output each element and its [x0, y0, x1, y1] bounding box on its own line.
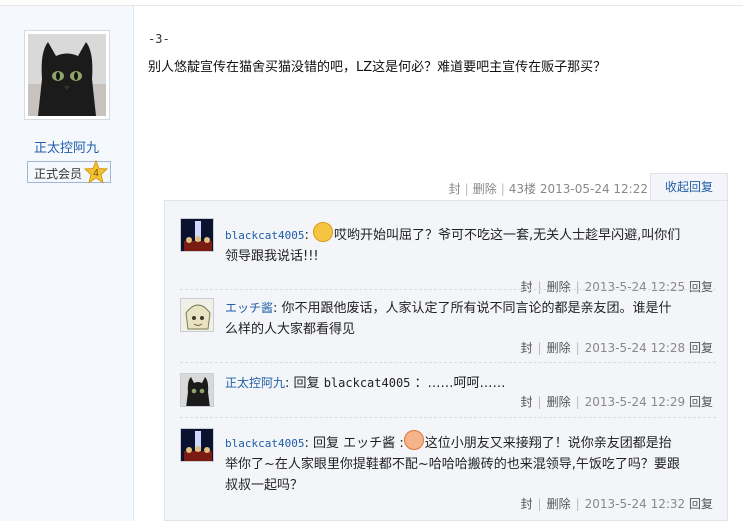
floor-marker: -3- — [148, 32, 170, 46]
rank-star-icon: 4 — [83, 159, 109, 184]
block-button[interactable]: 封 — [449, 182, 461, 196]
reply-button[interactable]: 回复 — [689, 280, 713, 294]
delete-button[interactable]: 删除 — [547, 341, 571, 355]
divider — [180, 289, 716, 290]
reply-meta: 封 | 删除 | 2013-5-24 12:29 回复 — [520, 395, 713, 409]
smile-emoji-icon — [313, 222, 334, 242]
reply-list: blackcat4005: 哎哟开始叫屈了？爷可不吃这一套,无关人士趁早闪避,叫… — [164, 200, 728, 521]
reply-target-link[interactable]: blackcat4005 — [324, 376, 411, 390]
reply-meta: 封 | 删除 | 2013-5-24 12:28 回复 — [520, 341, 713, 355]
divider — [180, 417, 716, 418]
reply-time: 2013-5-24 12:32 — [584, 497, 686, 511]
delete-button[interactable]: 删除 — [473, 182, 497, 196]
member-rank-badge[interactable]: 正式会员 4 — [27, 159, 111, 184]
reply-user-link[interactable]: 正太控阿九 — [225, 376, 285, 390]
user-avatar[interactable] — [24, 30, 110, 120]
user-sidebar: 正太控阿九 正式会员 4 — [0, 6, 134, 521]
block-button[interactable]: 封 — [521, 395, 533, 409]
block-button[interactable]: 封 — [521, 497, 533, 511]
post-time: 2013-05-24 12:22 — [539, 182, 648, 196]
reply-user-link[interactable]: blackcat4005 — [225, 229, 304, 242]
reply-avatar[interactable] — [180, 298, 214, 332]
reply-avatar[interactable] — [180, 218, 214, 252]
reply-content: 正太控阿九: 回复 blackcat4005 ：……呵呵…… — [225, 376, 506, 391]
delete-button[interactable]: 删除 — [547, 497, 571, 511]
angry-emoji-icon — [403, 430, 424, 450]
delete-button[interactable]: 删除 — [547, 280, 571, 294]
member-rank-label: 正式会员 — [34, 167, 83, 181]
reply-user-link[interactable]: エッチ酱 — [225, 301, 273, 315]
reply-time: 2013-5-24 12:28 — [584, 341, 686, 355]
block-button[interactable]: 封 — [521, 341, 533, 355]
collapse-replies-button[interactable]: 收起回复 — [650, 173, 728, 201]
post-body: 别人悠靛宣传在猫舍买猫没错的吧，LZ这是何必？难道要吧主宣传在贩子那买？ — [148, 60, 607, 75]
divider — [180, 362, 716, 363]
cat-avatar-image — [28, 34, 106, 116]
reply-meta: 封 | 删除 | 2013-5-24 12:25 回复 — [520, 280, 713, 294]
floor-number: 43楼 — [508, 182, 537, 196]
reply-meta: 封 | 删除 | 2013-5-24 12:32 回复 — [520, 497, 713, 511]
reply-user-link[interactable]: blackcat4005 — [225, 437, 304, 450]
reply-button[interactable]: 回复 — [689, 497, 713, 511]
reply-time: 2013-5-24 12:29 — [584, 395, 686, 409]
reply-content: エッチ酱: 你不用跟他废话，人家认定了所有说不同言论的都是亲友团。谁是什 么样的… — [225, 301, 672, 337]
svg-text:4: 4 — [93, 168, 99, 179]
reply-content: blackcat4005: 回复 エッチ酱 : 这位小朋友又来接翔了！说你亲友团都… — [225, 430, 715, 496]
reply-avatar[interactable] — [180, 428, 214, 462]
reply-content: blackcat4005: 哎哟开始叫屈了？爷可不吃这一套,无关人士趁早闪避,叫… — [225, 222, 715, 267]
delete-button[interactable]: 删除 — [547, 395, 571, 409]
block-button[interactable]: 封 — [521, 280, 533, 294]
reply-avatar[interactable] — [180, 373, 214, 407]
reply-target-link[interactable]: エッチ酱 — [343, 436, 395, 451]
reply-time: 2013-5-24 12:25 — [584, 280, 686, 294]
reply-button[interactable]: 回复 — [689, 341, 713, 355]
user-name-link[interactable]: 正太控阿九 — [0, 137, 133, 156]
post-meta-bar: 封 | 删除 | 43楼 2013-05-24 12:22 — [448, 182, 648, 196]
reply-button[interactable]: 回复 — [689, 395, 713, 409]
